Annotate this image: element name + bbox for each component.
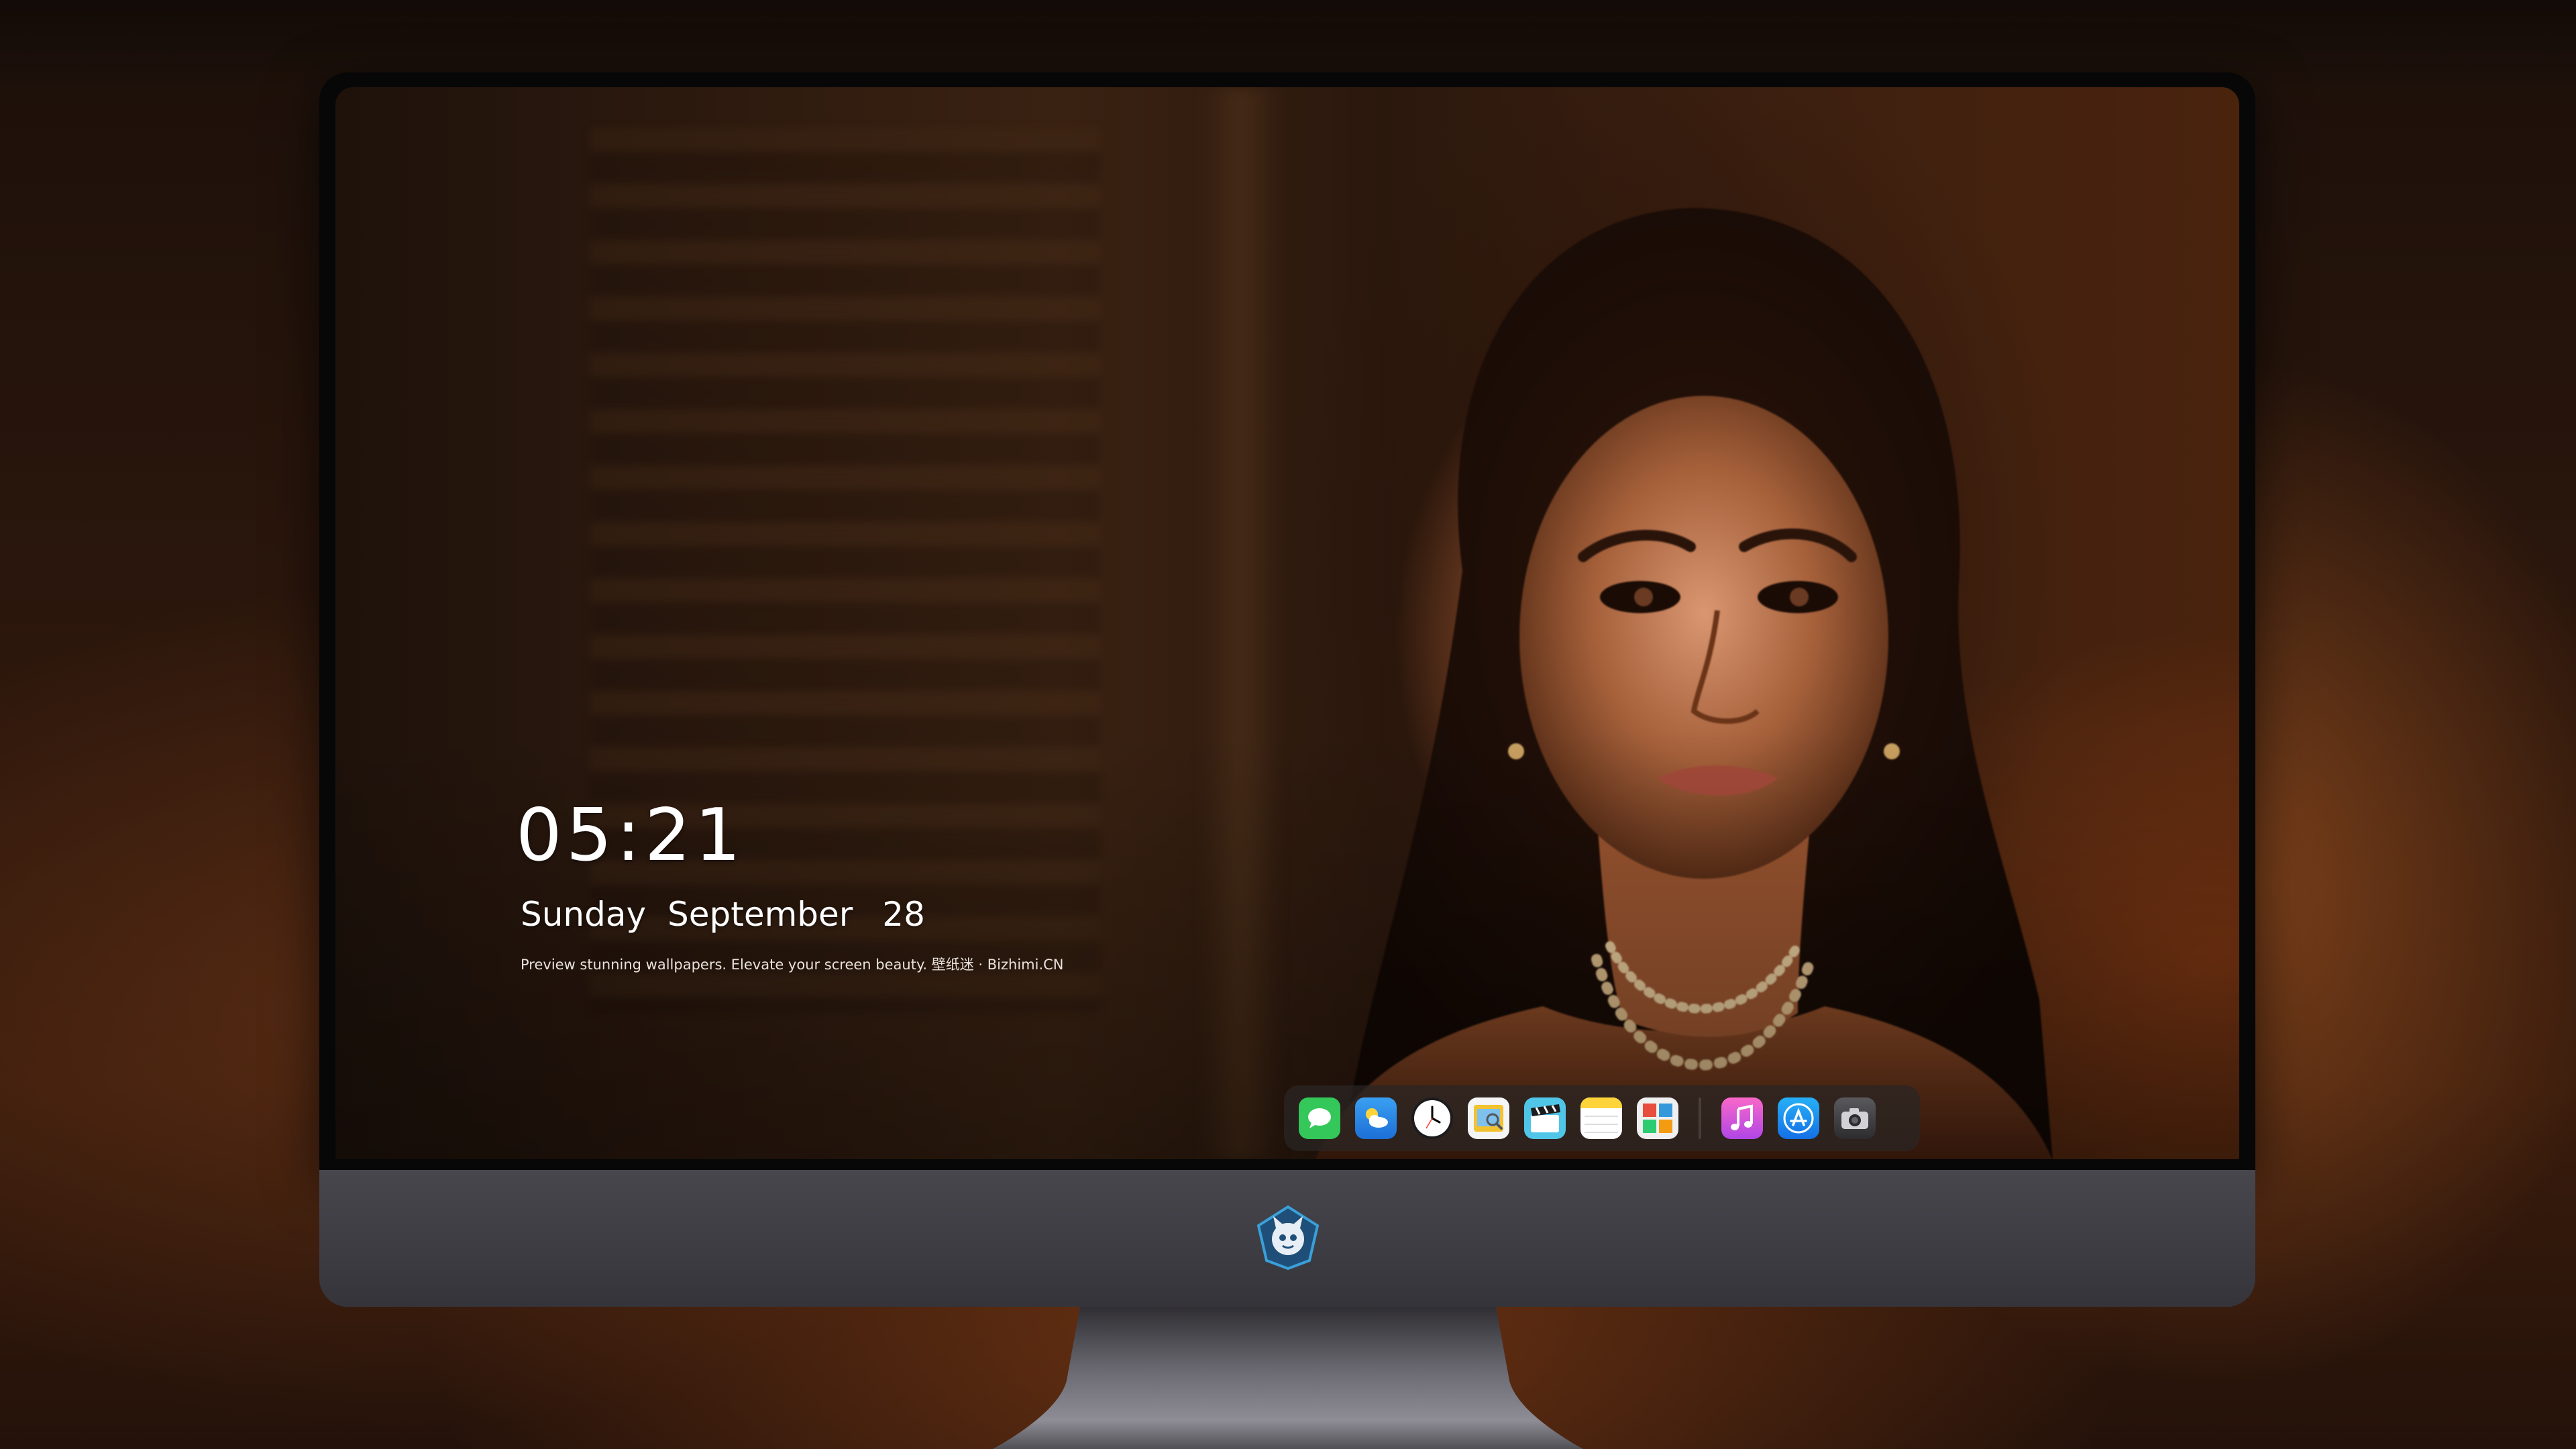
monitor: 05:21 Sunday September 28 Preview stunni… <box>319 72 2255 1307</box>
photo-booth-icon <box>1643 1104 1672 1133</box>
dock-app-messages[interactable] <box>1299 1097 1340 1139</box>
lock-date: Sunday September 28 <box>521 898 925 931</box>
dock-app-weather[interactable] <box>1355 1097 1397 1139</box>
lock-tagline: Preview stunning wallpapers. Elevate you… <box>521 957 1064 973</box>
camera-icon <box>1841 1108 1868 1129</box>
notes-icon <box>1580 1097 1622 1133</box>
lock-date-weekday: Sunday <box>521 895 647 934</box>
dock-app-camera[interactable] <box>1834 1097 1876 1139</box>
dock-separator <box>1699 1097 1701 1139</box>
monitor-chin <box>319 1170 2255 1307</box>
lock-clock: 05:21 <box>516 794 745 877</box>
dock-app-notes[interactable] <box>1580 1097 1622 1139</box>
messages-icon <box>1308 1108 1331 1128</box>
monitor-bezel: 05:21 Sunday September 28 Preview stunni… <box>319 72 2255 1170</box>
lock-date-month: September <box>667 895 853 934</box>
clock-icon <box>1414 1100 1450 1136</box>
dock <box>1284 1085 1920 1151</box>
music-icon <box>1731 1104 1753 1130</box>
dock-app-preview[interactable] <box>1468 1097 1509 1139</box>
dock-app-clock[interactable] <box>1411 1097 1453 1139</box>
app-store-icon <box>1783 1103 1814 1134</box>
monitor-stand <box>993 1307 1583 1449</box>
lock-date-day: 28 <box>882 895 925 934</box>
lock-screen[interactable]: 05:21 Sunday September 28 Preview stunni… <box>335 87 2239 1159</box>
dock-app-app-store[interactable] <box>1778 1097 1819 1139</box>
clips-icon <box>1531 1104 1560 1132</box>
dock-app-music[interactable] <box>1721 1097 1763 1139</box>
mascot-logo-icon[interactable] <box>1256 1205 1320 1270</box>
preview-icon <box>1474 1105 1503 1132</box>
dock-app-photo-booth[interactable] <box>1637 1097 1678 1139</box>
weather-icon <box>1366 1108 1388 1128</box>
wallpaper-vignette <box>335 87 2239 1159</box>
dock-app-clips[interactable] <box>1524 1097 1566 1139</box>
scene-background: 05:21 Sunday September 28 Preview stunni… <box>0 0 2576 1449</box>
